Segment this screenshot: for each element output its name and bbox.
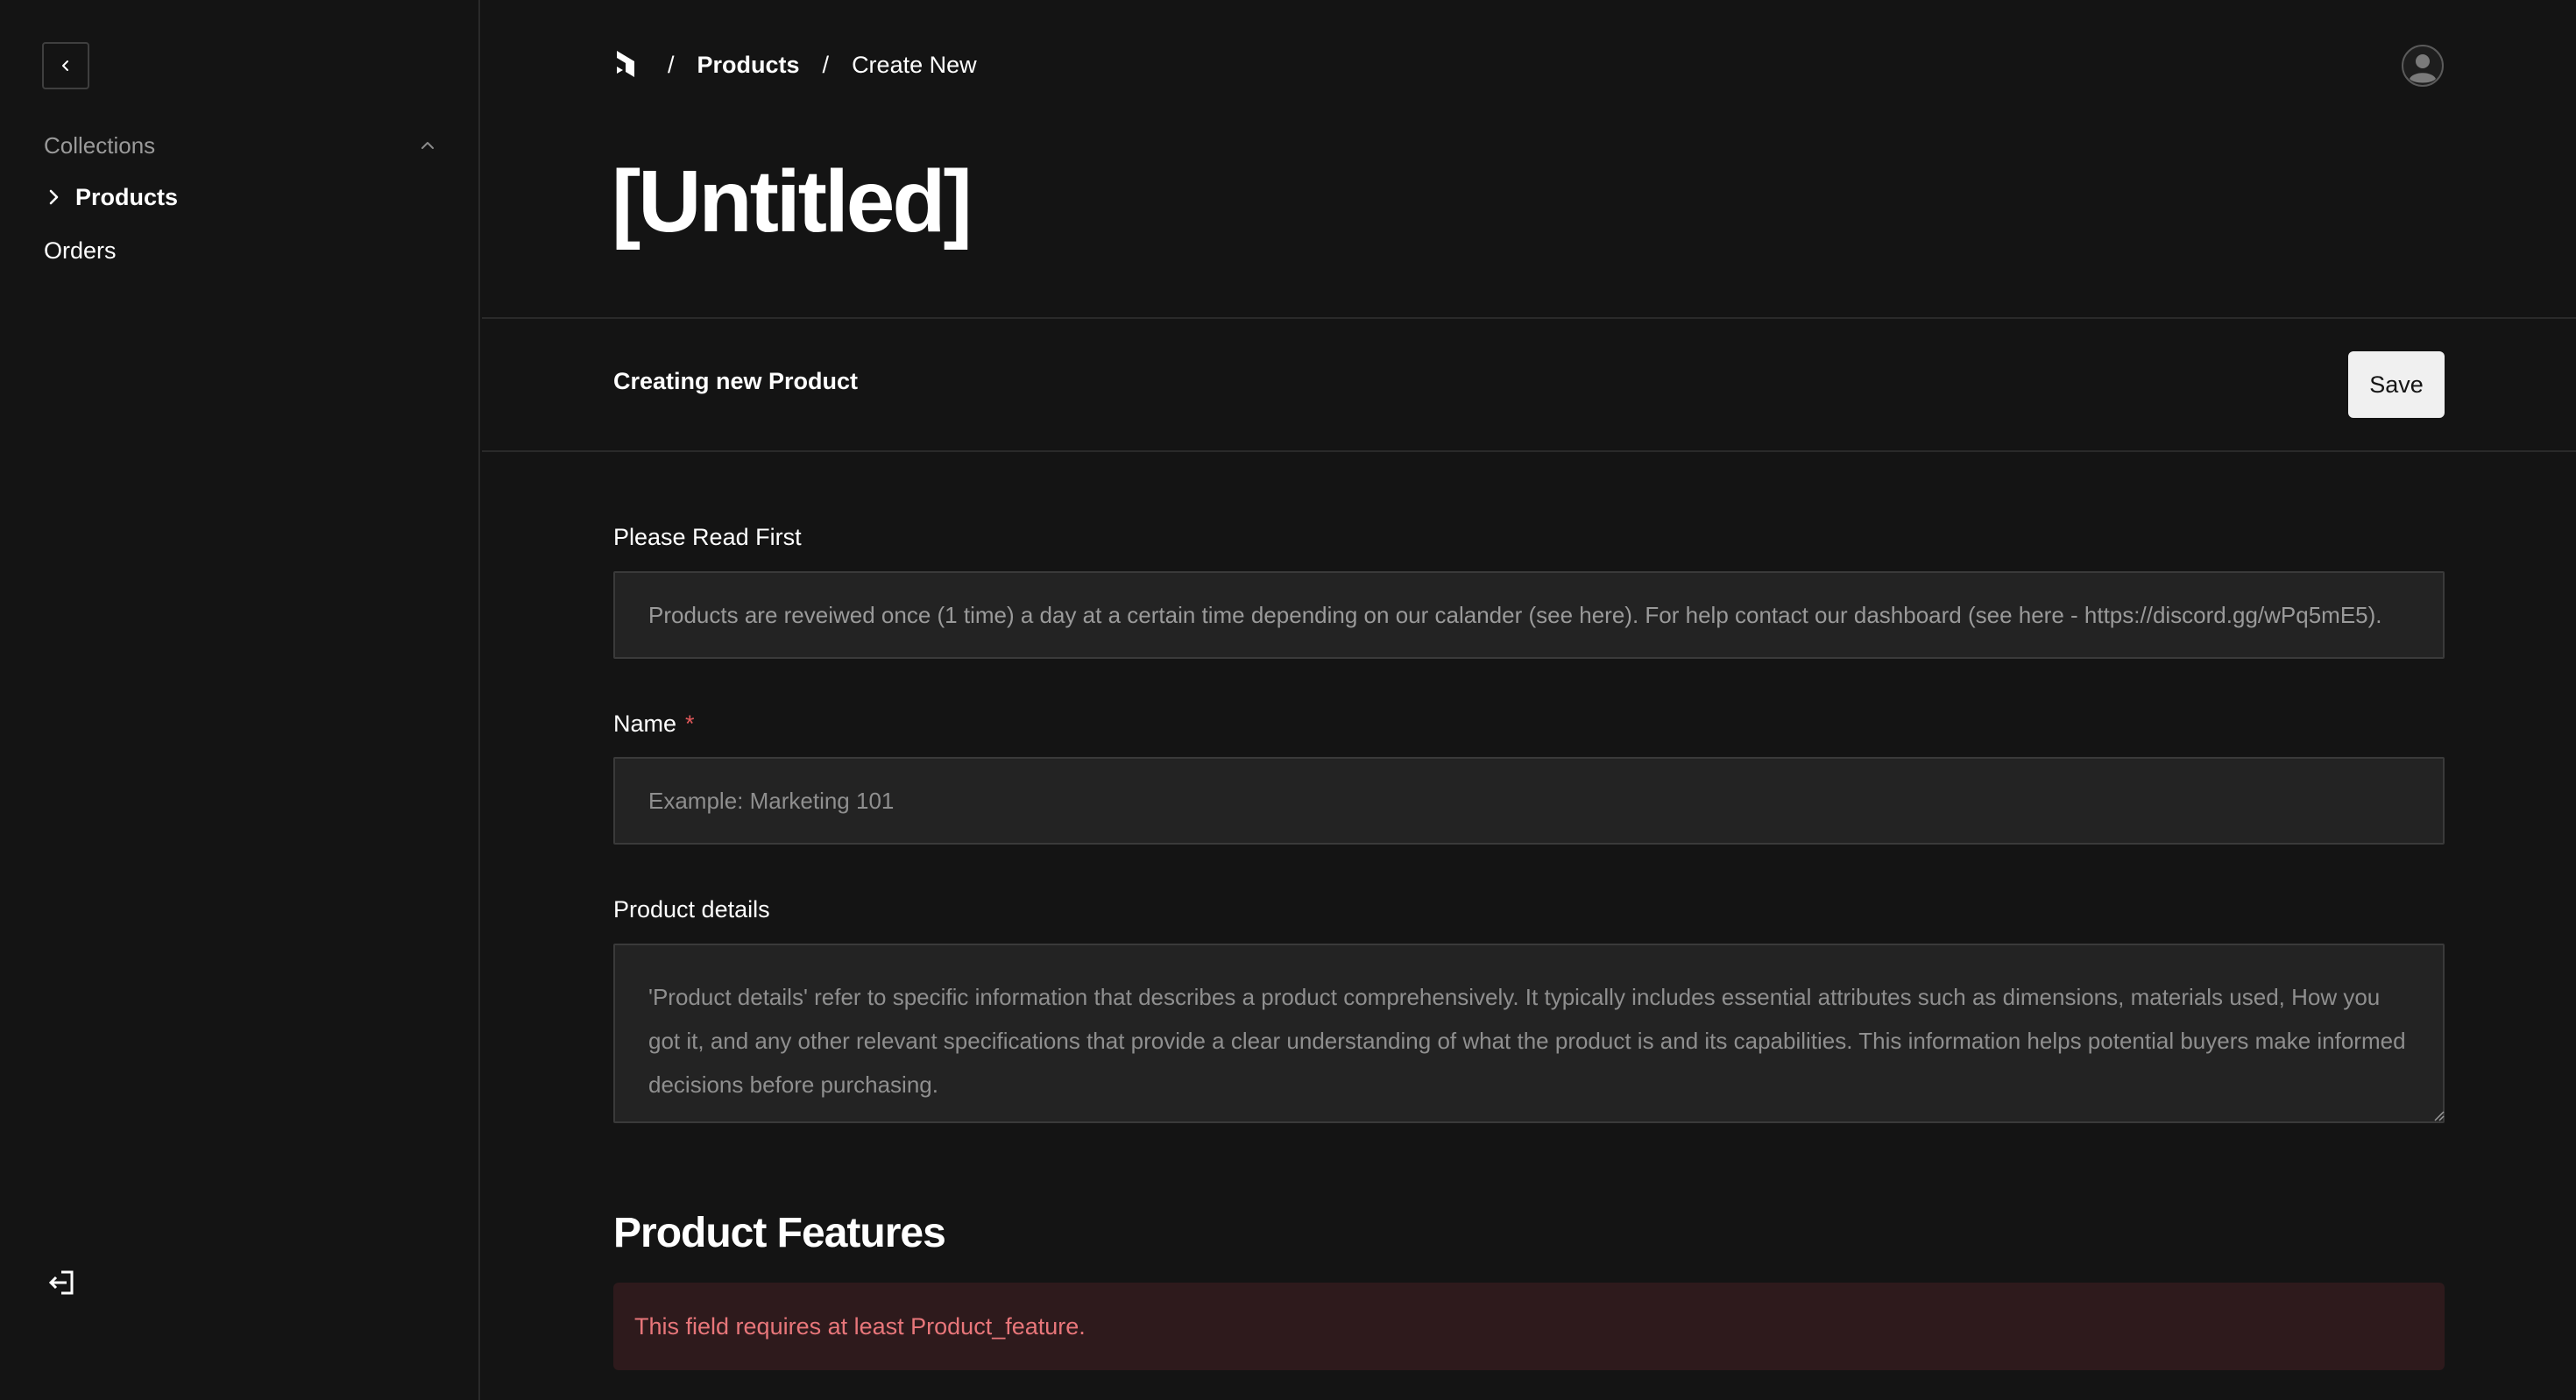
read-first-field: Products are reveiwed once (1 time) a da… (613, 571, 2445, 659)
name-label-text: Name (613, 711, 677, 737)
collections-label: Collections (44, 131, 156, 159)
product-details-textarea[interactable] (613, 944, 2445, 1123)
product-features-heading: Product Features (613, 1210, 946, 1256)
save-button[interactable]: Save (2348, 351, 2445, 418)
sidebar-item-orders[interactable]: Orders (44, 233, 117, 268)
product-details-label: Product details (613, 896, 770, 923)
divider (482, 317, 2576, 319)
breadcrumb-separator: / (668, 51, 675, 78)
user-avatar-icon[interactable] (2401, 44, 2445, 88)
sidebar-item-label: Products (75, 183, 179, 210)
breadcrumb-current: Create New (852, 51, 977, 78)
app-root: Collections Products Orders / Products /… (0, 0, 2576, 1400)
product-features-error: This field requires at least Product_fea… (613, 1283, 2445, 1370)
page-title: [Untitled] (612, 152, 973, 251)
chevron-right-icon (49, 189, 59, 205)
main-content: / Products / Create New [Untitled] Creat… (482, 0, 2576, 1400)
collapse-sidebar-button[interactable] (42, 42, 89, 89)
chevron-left-icon (62, 60, 68, 71)
name-label: Name * (613, 711, 695, 738)
form-status-text: Creating new Product (613, 368, 859, 394)
divider (482, 450, 2576, 452)
collections-header[interactable]: Collections (44, 128, 438, 163)
name-input[interactable] (613, 757, 2445, 845)
breadcrumb-products-link[interactable]: Products (697, 52, 800, 79)
sidebar: Collections Products Orders (0, 0, 480, 1400)
breadcrumb: / Products / Create New (613, 47, 977, 82)
required-marker: * (685, 711, 695, 737)
breadcrumb-separator: / (822, 51, 830, 78)
chevron-up-icon[interactable] (417, 135, 438, 156)
sidebar-item-label: Orders (44, 237, 117, 264)
logout-icon[interactable] (46, 1265, 81, 1300)
read-first-label: Please Read First (613, 524, 802, 550)
sidebar-item-products[interactable]: Products (44, 180, 178, 215)
resize-handle-icon[interactable] (2432, 1109, 2445, 1121)
payload-logo-icon[interactable] (613, 47, 645, 82)
